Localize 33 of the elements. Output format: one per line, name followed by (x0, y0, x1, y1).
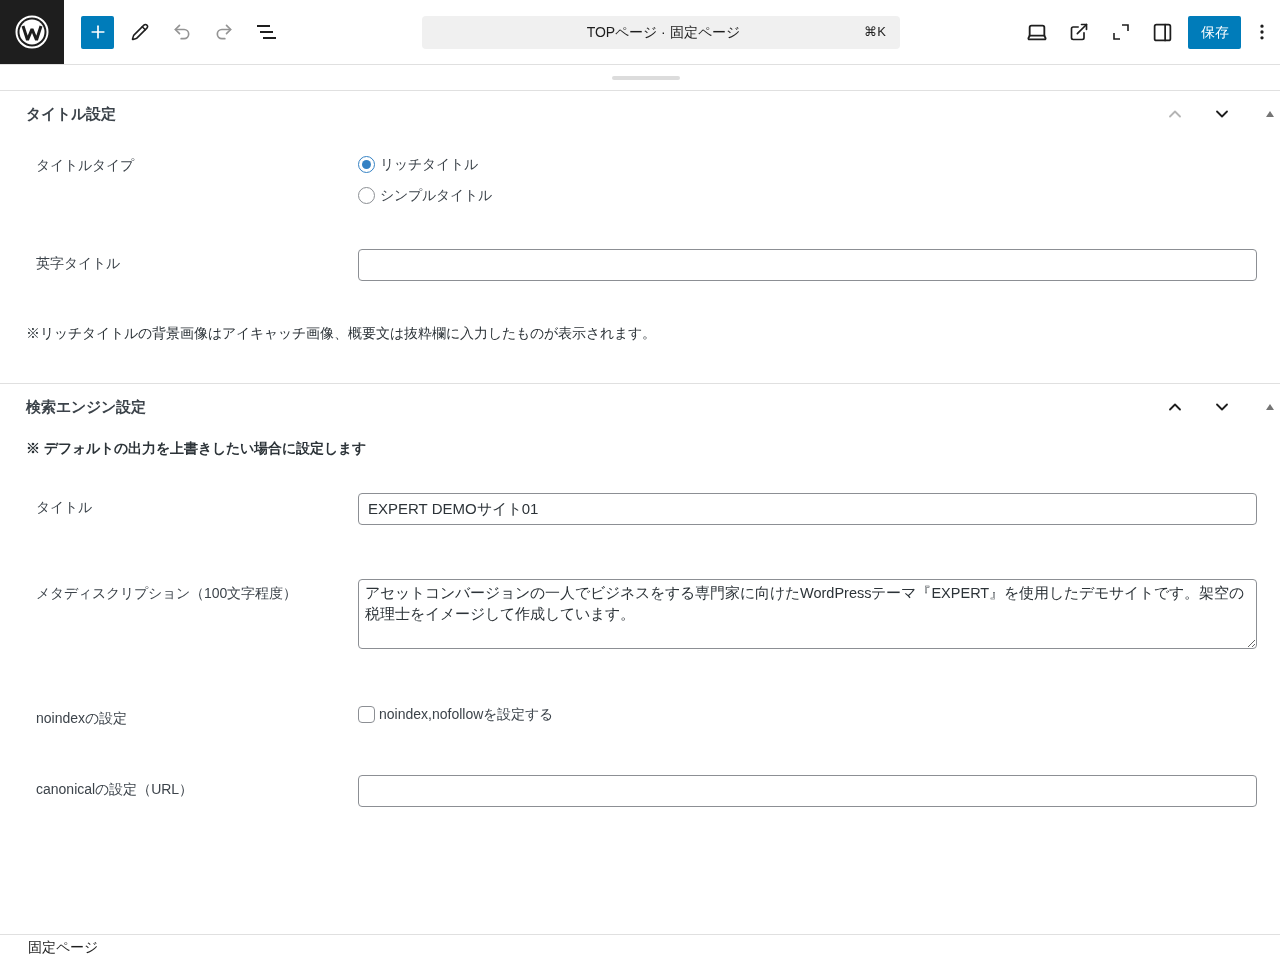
logo-icon (15, 15, 49, 49)
note-text: ※ デフォルトの出力を上書きしたい場合に設定します (26, 441, 366, 456)
pencil-icon[interactable] (130, 23, 149, 41)
textarea-field[interactable]: アセットコンバージョンの一人でビジネスをする専門家に向けたWordPressテーマ『EXPERT』を使用したデモサイトです。架空の税理士をイメージして作成しています。 (358, 579, 1257, 649)
field-label: canonicalの設定（URL） (36, 781, 194, 797)
shortcut-hint: ⌘K (864, 23, 886, 42)
radio-label: シンプルタイトル (380, 185, 492, 205)
collapse-triangle-icon[interactable] (1266, 404, 1274, 410)
resize-handle[interactable] (612, 75, 680, 80)
list-view-icon[interactable] (255, 25, 276, 39)
panel-title: 検索エンジン設定 (26, 396, 147, 417)
logo-tile[interactable] (0, 0, 64, 64)
sidebar-toggle-icon[interactable] (1152, 21, 1173, 43)
fullscreen-icon[interactable] (1112, 24, 1129, 40)
checkbox[interactable] (358, 705, 375, 723)
field-label: 英字タイトル (36, 255, 120, 271)
field-label: メタディスクリプション（100文字程度） (36, 585, 298, 601)
add-block-button[interactable] (81, 15, 114, 49)
checkbox-label: noindex,nofollowを設定する (379, 704, 554, 724)
save-button[interactable]: 保存 (1188, 15, 1241, 49)
text-field[interactable] (358, 249, 1257, 281)
text-field[interactable] (358, 775, 1257, 807)
panel-title: タイトル設定 (26, 103, 117, 124)
note-text: ※リッチタイトルの背景画像はアイキャッチ画像、概要文は抜粋欄に入力したものが表示されます。 (26, 326, 656, 341)
radio-label: リッチタイトル (380, 154, 478, 174)
external-link-icon[interactable] (1068, 22, 1089, 42)
command-bar[interactable]: TOPページ · 固定ページ ⌘K (422, 15, 900, 49)
text-field[interactable]: EXPERT DEMOサイト01 (358, 493, 1257, 525)
breadcrumb[interactable]: 固定ページ (28, 939, 98, 955)
field-label: タイトル (36, 499, 92, 515)
collapse-triangle-icon[interactable] (1266, 111, 1274, 117)
field-label: タイトルタイプ (36, 157, 134, 173)
field-label: noindexの設定 (36, 710, 128, 726)
